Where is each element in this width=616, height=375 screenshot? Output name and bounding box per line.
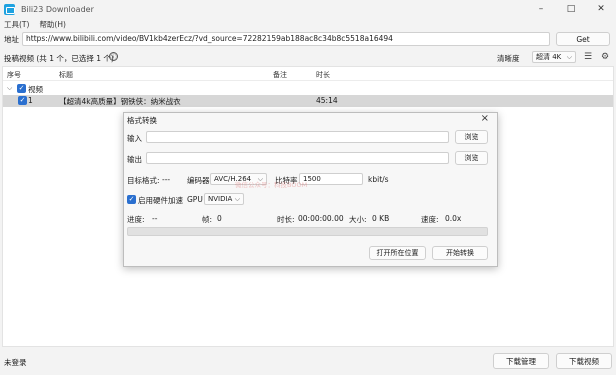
- frame-label: 帧:: [202, 215, 213, 224]
- input-browse-button[interactable]: 浏览: [455, 130, 488, 144]
- close-button[interactable]: ✕: [586, 0, 616, 18]
- speed-label: 速度:: [421, 215, 439, 224]
- row-index: 1: [28, 96, 33, 105]
- size-value: 0 KB: [372, 214, 390, 223]
- chevron-down-icon: ⌵: [234, 195, 240, 203]
- hw-accel-checkbox[interactable]: ✓: [127, 195, 136, 204]
- header-title: 标题: [59, 71, 73, 79]
- login-status: 未登录: [4, 358, 27, 367]
- menu-bar: 工具(T) 帮助(H): [0, 18, 616, 30]
- duration-label: 时长:: [277, 215, 295, 224]
- row-checkbox[interactable]: ✓: [18, 96, 27, 105]
- url-label: 地址: [4, 35, 19, 44]
- dialog-close-icon[interactable]: ×: [481, 113, 489, 124]
- open-location-button[interactable]: 打开所在位置: [369, 246, 426, 260]
- table-header: 序号 标题 备注 时长: [3, 67, 613, 81]
- info-row: 投稿视频 (共 1 个，已选择 1 个) ⓘ 清晰度 超清 4K ⌵ ☰ ⚙: [0, 50, 616, 64]
- size-label: 大小:: [349, 215, 367, 224]
- progress-label: 进度:: [127, 215, 145, 224]
- status-bar: 未登录 下载管理 下载视频: [0, 352, 616, 372]
- quality-select[interactable]: 超清 4K ⌵: [532, 51, 576, 63]
- url-row: 地址 https://www.bilibili.com/video/BV1kb4…: [0, 31, 616, 47]
- speed-value: 0.0x: [445, 214, 462, 223]
- header-note: 备注: [273, 71, 287, 79]
- maximize-button[interactable]: □: [556, 0, 586, 18]
- row-duration: 45:14: [316, 96, 338, 105]
- list-view-icon[interactable]: ☰: [582, 51, 594, 63]
- duration-value: 00:00:00.00: [298, 214, 344, 223]
- progress-value: --: [152, 214, 158, 223]
- progress-bar: [127, 227, 488, 236]
- title-bar: Bili23 Downloader – □ ✕: [0, 0, 616, 18]
- get-button[interactable]: Get: [556, 32, 610, 46]
- app-logo-icon: [4, 3, 15, 15]
- quality-value: 超清 4K: [536, 53, 562, 61]
- group-row[interactable]: ⌵ ✓ 视频: [3, 82, 613, 95]
- expand-chevron-icon[interactable]: ⌵: [7, 84, 12, 93]
- output-browse-button[interactable]: 浏览: [455, 151, 488, 165]
- bitrate-unit: kbit/s: [368, 175, 389, 184]
- window-title: Bili23 Downloader: [21, 4, 94, 14]
- download-manager-button[interactable]: 下载管理: [493, 353, 549, 369]
- target-format-label: 目标格式:: [127, 176, 160, 185]
- dialog-title: 格式转换: [127, 116, 157, 125]
- video-count-text: 投稿视频 (共 1 个，已选择 1 个): [4, 54, 114, 63]
- target-format-value: ---: [162, 175, 171, 184]
- minimize-button[interactable]: –: [526, 0, 556, 18]
- window-controls: – □ ✕: [526, 0, 616, 18]
- settings-gear-icon[interactable]: ⚙: [599, 51, 611, 63]
- gpu-value: NVIDIA: [208, 195, 233, 203]
- gpu-select[interactable]: NVIDIA ⌵: [204, 193, 244, 205]
- group-checkbox[interactable]: ✓: [17, 84, 26, 93]
- start-convert-button[interactable]: 开始转换: [432, 246, 488, 260]
- quality-label: 清晰度: [497, 54, 520, 63]
- group-label: 视频: [28, 85, 43, 94]
- encoder-label: 编码器: [187, 176, 210, 185]
- info-icon[interactable]: ⓘ: [109, 52, 118, 61]
- table-row[interactable]: ✓ 1 【超清4k高质量】钢铁侠：纳米战衣 45:14: [3, 95, 613, 107]
- chevron-down-icon: ⌵: [566, 53, 572, 61]
- output-label: 输出: [127, 155, 142, 164]
- menu-help[interactable]: 帮助(H): [39, 19, 66, 30]
- input-path-field[interactable]: [146, 131, 449, 143]
- frame-value: 0: [217, 214, 222, 223]
- gpu-label: GPU: [187, 195, 203, 204]
- bitrate-input[interactable]: 1500: [299, 173, 363, 185]
- watermark-text: 微信公众号：科技BOOM: [235, 181, 308, 189]
- menu-tools[interactable]: 工具(T): [4, 19, 29, 30]
- format-convert-dialog: 格式转换 × 输入 浏览 输出 浏览 目标格式: --- 编码器 AVC/H.2…: [123, 112, 498, 267]
- hw-accel-label: 启用硬件加速: [138, 196, 183, 205]
- input-label: 输入: [127, 134, 142, 143]
- row-title: 【超清4k高质量】钢铁侠：纳米战衣: [59, 97, 181, 106]
- header-index: 序号: [7, 71, 21, 79]
- url-input[interactable]: https://www.bilibili.com/video/BV1kb4zer…: [22, 32, 550, 46]
- output-path-field[interactable]: [146, 152, 449, 164]
- header-duration: 时长: [316, 71, 330, 79]
- download-video-button[interactable]: 下载视频: [556, 353, 612, 369]
